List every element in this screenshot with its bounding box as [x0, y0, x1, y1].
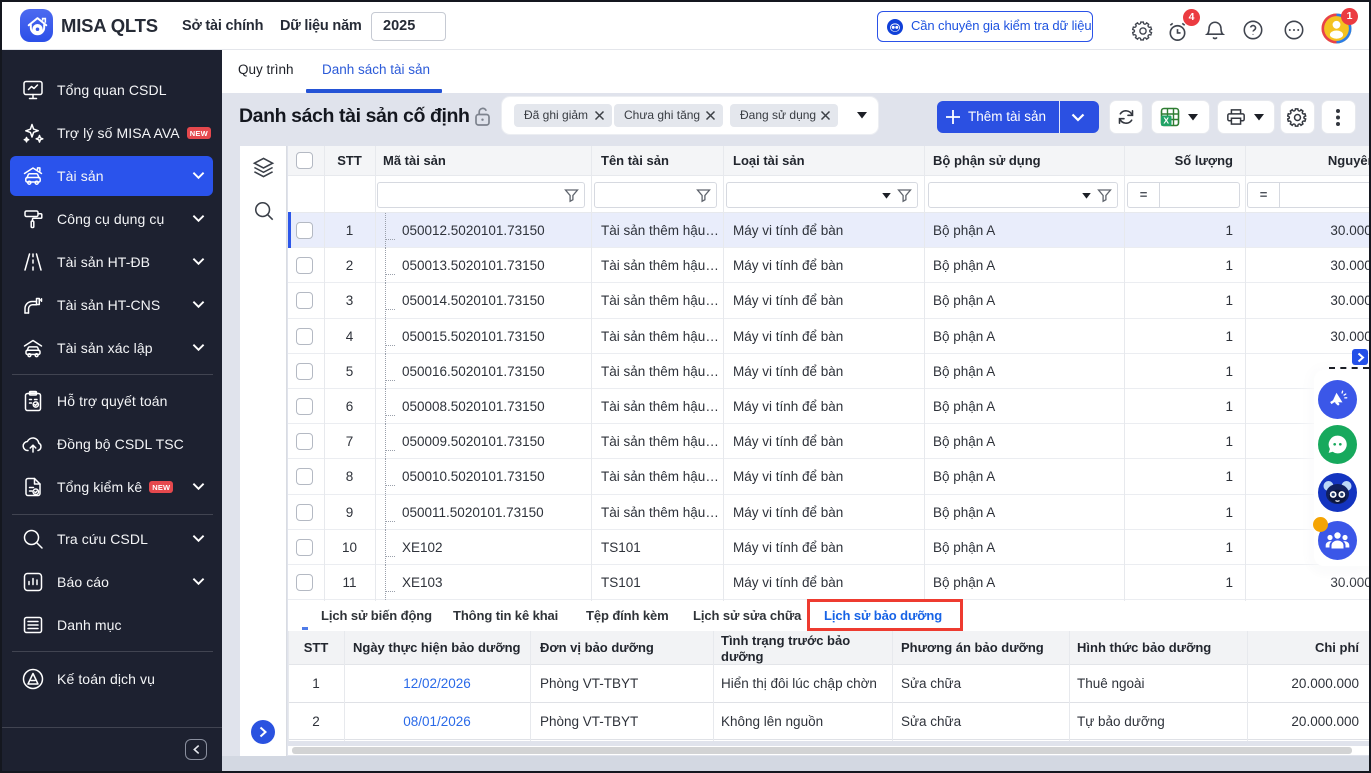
svg-text:X: X [1163, 116, 1169, 126]
